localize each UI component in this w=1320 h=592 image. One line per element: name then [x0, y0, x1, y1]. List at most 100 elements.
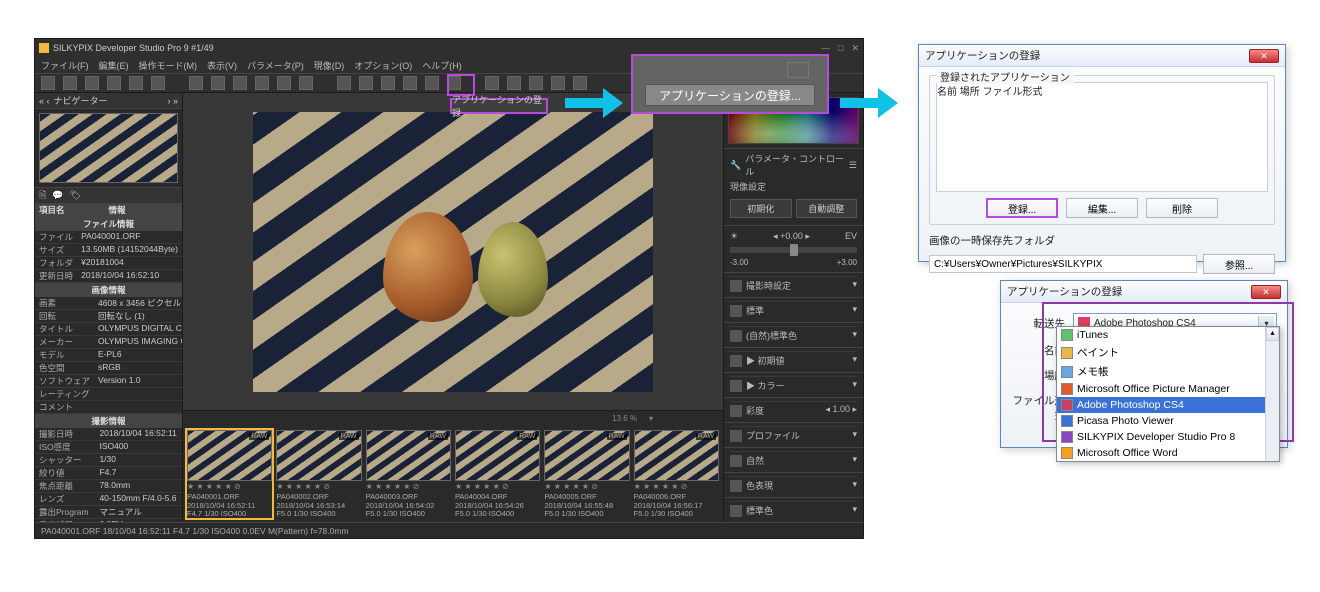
filmstrip-item[interactable]: RAW★ ★ ★ ★ ★ ⊘PA040004.ORF2018/10/04 16:… — [455, 430, 540, 518]
exposure-slider[interactable] — [730, 247, 857, 253]
param-row[interactable]: 撮影時設定▾ — [724, 272, 863, 297]
col-name[interactable]: 名前 — [937, 87, 957, 98]
toolbar-icon[interactable] — [507, 76, 521, 90]
dropdown-option[interactable]: ペイント — [1057, 343, 1279, 362]
register-button[interactable]: 登録... — [986, 198, 1058, 218]
navigator-thumbnail[interactable] — [35, 109, 182, 187]
close-icon[interactable]: ✕ — [1251, 285, 1281, 299]
left-panel: « ‹ ナビゲーター › » 🗎 💬 🏷 項目名情報ファイル情報ファイルPA04… — [35, 93, 183, 522]
meta-row: 撮影日時2018/10/04 16:52:11 — [35, 428, 182, 441]
toolbar-icon[interactable] — [359, 76, 373, 90]
center-viewer: 13.6 % ▾ RAW★ ★ ★ ★ ★ ⊘PA040001.ORF2018/… — [183, 93, 723, 522]
filmstrip-item[interactable]: RAW★ ★ ★ ★ ★ ⊘PA040005.ORF2018/10/04 16:… — [544, 430, 629, 518]
param-row[interactable]: ▶ 初期値▾ — [724, 347, 863, 372]
dropdown-option[interactable]: メモ帳 — [1057, 362, 1279, 381]
minimize-icon[interactable]: — — [821, 43, 830, 54]
toolbar-icon[interactable] — [381, 76, 395, 90]
toolbar-icon[interactable] — [151, 76, 165, 90]
zoom-slider-icon[interactable]: ▾ — [649, 414, 653, 423]
dropdown-option[interactable]: iTunes — [1057, 327, 1279, 343]
dropdown-option[interactable]: Adobe Photoshop CS4 — [1057, 397, 1279, 413]
meta-row: 絞り値F4.7 — [35, 467, 182, 480]
menu-item[interactable]: ヘルプ(H) — [422, 59, 462, 72]
toolbar-icon[interactable] — [403, 76, 417, 90]
toolbar-icon[interactable] — [255, 76, 269, 90]
menu-item[interactable]: 編集(E) — [99, 59, 129, 72]
tag-tab-icon[interactable]: 🏷 — [69, 190, 80, 201]
image-viewer[interactable] — [183, 93, 723, 410]
param-control-label: パラメータ・コントロール — [745, 152, 845, 178]
param-row[interactable]: 彩度◂ 1.00 ▸ — [724, 397, 863, 422]
col-format[interactable]: ファイル形式 — [983, 87, 1043, 98]
toolbar-icon[interactable] — [211, 76, 225, 90]
info-tab-icon[interactable]: 🗎 — [39, 188, 46, 204]
toolbar-icon[interactable] — [85, 76, 99, 90]
ev-unit: EV — [845, 231, 857, 242]
param-row[interactable]: 標準色▾ — [724, 497, 863, 522]
dev-settings-label: 現像設定 — [730, 178, 857, 195]
navigator-label: ナビゲーター — [54, 94, 108, 107]
chevron-left-icon[interactable]: « ‹ — [39, 96, 50, 106]
param-row[interactable]: プロファイル▾ — [724, 422, 863, 447]
auto-button[interactable]: 自動調整 — [796, 199, 858, 218]
app-icon — [1061, 447, 1073, 459]
register-app-menu-item[interactable]: アプリケーションの登録... — [450, 98, 548, 114]
zoom-ruler[interactable]: 13.6 % ▾ — [183, 410, 723, 426]
delete-button[interactable]: 削除 — [1146, 198, 1218, 218]
filmstrip-item[interactable]: RAW★ ★ ★ ★ ★ ⊘PA040002.ORF2018/10/04 16:… — [276, 430, 361, 518]
param-row[interactable]: 自然▾ — [724, 447, 863, 472]
menu-item[interactable]: 現像(D) — [314, 59, 345, 72]
menu-icon[interactable]: ☰ — [849, 160, 857, 171]
toolbar-icon[interactable] — [529, 76, 543, 90]
menu-item[interactable]: 表示(V) — [207, 59, 237, 72]
init-button[interactable]: 初期化 — [730, 199, 792, 218]
menu-item[interactable]: ファイル(F) — [41, 59, 89, 72]
dropdown-option[interactable]: Microsoft Office Picture Manager — [1057, 381, 1279, 397]
maximize-icon[interactable]: □ — [838, 43, 843, 54]
toolbar-icon[interactable] — [337, 76, 351, 90]
browse-button[interactable]: 参照... — [1203, 254, 1275, 274]
close-icon[interactable]: ✕ — [851, 43, 859, 54]
scrollbar[interactable]: ▴ — [1265, 327, 1279, 461]
menu-item[interactable]: オプション(O) — [354, 59, 412, 72]
toolbar-icon[interactable] — [233, 76, 247, 90]
param-row[interactable]: ▶ カラー▾ — [724, 372, 863, 397]
register-app-dialog: アプリケーションの登録 ✕ 登録されたアプリケーション 名前 場所 ファイル形式… — [918, 44, 1286, 262]
param-row[interactable]: 標準▾ — [724, 297, 863, 322]
metadata-panel: 項目名情報ファイル情報ファイルPA040001.ORFサイズ13.50MB (1… — [35, 203, 182, 522]
toolbar-icon[interactable] — [107, 76, 121, 90]
filmstrip-item[interactable]: RAW★ ★ ★ ★ ★ ⊘PA040006.ORF2018/10/04 16:… — [634, 430, 719, 518]
app-icon — [1061, 399, 1073, 411]
metadata-tabs[interactable]: 🗎 💬 🏷 — [35, 187, 182, 203]
edit-button[interactable]: 編集... — [1066, 198, 1138, 218]
param-row[interactable]: 色表現▾ — [724, 472, 863, 497]
toolbar-icon[interactable] — [299, 76, 313, 90]
toolbar-icon[interactable] — [277, 76, 291, 90]
toolbar-icon[interactable] — [63, 76, 77, 90]
toolbar-icon[interactable] — [41, 76, 55, 90]
app-list[interactable]: 名前 場所 ファイル形式 — [936, 82, 1268, 192]
menu-item[interactable]: 操作モード(M) — [139, 59, 198, 72]
toolbar-icon[interactable] — [551, 76, 565, 90]
close-icon[interactable]: ✕ — [1249, 49, 1279, 63]
menu-item[interactable]: パラメータ(P) — [247, 59, 304, 72]
filmstrip-item[interactable]: RAW★ ★ ★ ★ ★ ⊘PA040003.ORF2018/10/04 16:… — [366, 430, 451, 518]
register-app-button[interactable]: アプリケーションの登録... — [645, 84, 815, 106]
toolbar-icon[interactable] — [189, 76, 203, 90]
param-row[interactable]: (自然)標準色▾ — [724, 322, 863, 347]
dest-dropdown[interactable]: ▴ iTunesペイントメモ帳Microsoft Office Picture … — [1056, 326, 1280, 462]
temp-folder-input[interactable] — [929, 255, 1197, 273]
dropdown-option[interactable]: Microsoft Office Word — [1057, 445, 1279, 461]
comment-tab-icon[interactable]: 💬 — [52, 190, 63, 201]
toolbar-icon[interactable] — [129, 76, 143, 90]
meta-group-header: ファイル情報 — [35, 217, 182, 231]
dropdown-option[interactable]: SILKYPIX Developer Studio Pro 8 — [1057, 429, 1279, 445]
col-location[interactable]: 場所 — [960, 87, 980, 98]
chevron-right-icon[interactable]: › » — [167, 96, 178, 106]
filmstrip-item[interactable]: RAW★ ★ ★ ★ ★ ⊘PA040001.ORF2018/10/04 16:… — [187, 430, 272, 518]
toolbar-icon[interactable] — [485, 76, 499, 90]
dropdown-option[interactable]: Picasa Photo Viewer — [1057, 413, 1279, 429]
toolbar-icon[interactable] — [425, 76, 439, 90]
app-icon — [1061, 383, 1073, 395]
scroll-up-icon[interactable]: ▴ — [1266, 327, 1279, 341]
